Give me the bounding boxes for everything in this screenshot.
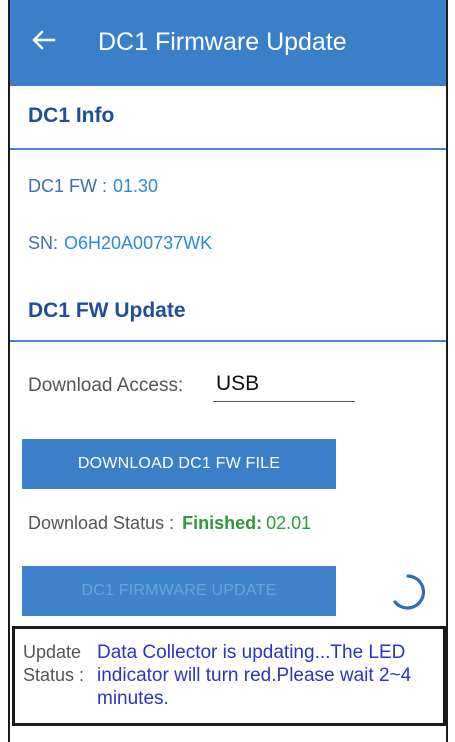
download-access-select[interactable]: USB bbox=[213, 368, 355, 402]
serial-number-value: O6H20A00737WK bbox=[64, 233, 213, 253]
section-title-info: DC1 Info bbox=[28, 104, 115, 127]
serial-number-label: SN: bbox=[28, 233, 59, 253]
app-bar: DC1 Firmware Update bbox=[10, 0, 446, 86]
loading-spinner-icon bbox=[393, 574, 426, 610]
download-status-value: Finished: bbox=[182, 513, 263, 533]
fw-version-row: DC1 FW : 01.30 bbox=[28, 176, 158, 197]
download-fw-file-button[interactable]: DOWNLOAD DC1 FW FILE bbox=[22, 439, 336, 489]
download-access-label: Download Access: bbox=[28, 375, 184, 396]
download-status-label: Download Status : bbox=[28, 513, 175, 533]
divider bbox=[10, 148, 446, 150]
fw-version-value: 01.30 bbox=[113, 176, 159, 196]
back-arrow-icon[interactable] bbox=[30, 26, 58, 54]
divider bbox=[10, 340, 446, 342]
section-title-fw-update: DC1 FW Update bbox=[28, 299, 186, 322]
fw-version-label: DC1 FW : bbox=[28, 176, 107, 196]
download-status-row: Download Status : Finished: 02.01 bbox=[28, 513, 311, 534]
update-status-box: Update Status : Data Collector is updati… bbox=[12, 626, 446, 726]
download-status-version: 02.01 bbox=[266, 513, 312, 533]
firmware-update-button[interactable]: DC1 FIRMWARE UPDATE bbox=[22, 566, 336, 616]
update-status-message: Data Collector is updating...The LED ind… bbox=[97, 642, 412, 709]
serial-number-row: SN: O6H20A00737WK bbox=[28, 233, 212, 254]
page-title: DC1 Firmware Update bbox=[98, 28, 347, 56]
screen-frame: DC1 Firmware Update DC1 Info DC1 FW : 01.… bbox=[8, 0, 448, 742]
update-status-label: Update Status : bbox=[23, 642, 85, 685]
